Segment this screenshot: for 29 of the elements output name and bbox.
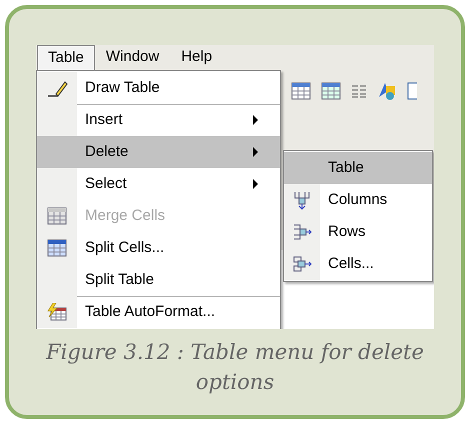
submenu-item[interactable]: Columns — [284, 184, 432, 216]
submenu-item[interactable]: Table — [284, 152, 432, 184]
menu-item[interactable]: Delete — [37, 136, 280, 168]
submenu-arrow-icon — [253, 147, 258, 157]
menu-bar-item[interactable]: Help — [170, 45, 224, 70]
menu-bar-item[interactable]: Table — [37, 45, 95, 70]
menu-item[interactable]: Split Cells... — [37, 232, 280, 264]
split-cells-icon — [47, 239, 67, 257]
menu-item[interactable]: Insert — [37, 104, 280, 136]
menu-bar-item[interactable]: Window — [94, 45, 170, 70]
row-arrow-icon — [292, 223, 312, 241]
menu-item[interactable]: Draw Table — [37, 72, 280, 104]
submenu-item[interactable]: Rows — [284, 216, 432, 248]
spreadsheet-icon — [321, 82, 341, 100]
columns-icon — [351, 83, 367, 99]
submenu-item[interactable]: Cells... — [284, 248, 432, 280]
figure-caption: Figure 3.12 : Table menu for delete options — [44, 339, 425, 396]
cell-arrow-icon — [292, 255, 312, 273]
menu-item[interactable]: Select — [37, 168, 280, 200]
table-lightning-icon — [47, 303, 67, 321]
submenu-arrow-icon — [253, 179, 258, 189]
shapes-icon — [377, 81, 397, 101]
submenu-arrow-icon — [253, 115, 258, 125]
table-icon — [291, 82, 311, 100]
column-arrow-icon — [293, 190, 311, 210]
window-icon — [407, 81, 417, 101]
menu-item[interactable]: Split Table — [37, 264, 280, 296]
menu-item[interactable]: Table AutoFormat... — [37, 296, 280, 328]
table-grid-icon — [47, 207, 67, 225]
